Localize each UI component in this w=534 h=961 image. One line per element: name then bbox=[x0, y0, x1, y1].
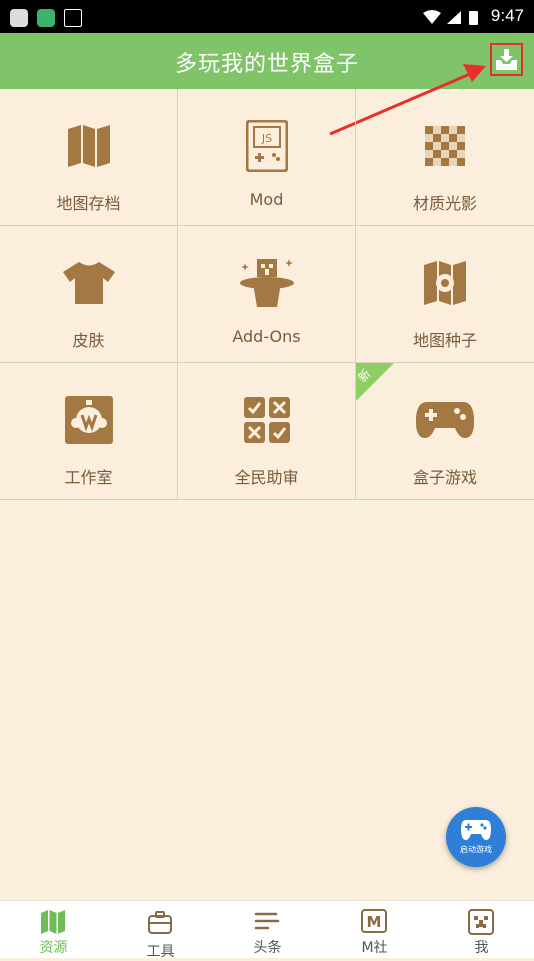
status-bar: 9:47 bbox=[0, 0, 534, 33]
grid-item-label: 工作室 bbox=[64, 468, 113, 487]
grid-item-label: 皮肤 bbox=[72, 331, 105, 350]
app-notification-icon bbox=[10, 9, 28, 27]
page-title: 多玩我的世界盒子 bbox=[174, 52, 359, 77]
news-lines-icon bbox=[254, 912, 280, 930]
svg-text:M: M bbox=[367, 913, 382, 931]
gamepad-icon bbox=[415, 390, 475, 450]
system-status-icons bbox=[423, 10, 478, 25]
mod-js-icon: JS bbox=[237, 116, 297, 176]
grid-item-workshop[interactable]: 工作室 bbox=[0, 363, 178, 500]
download-button[interactable] bbox=[490, 43, 523, 76]
magic-hat-icon bbox=[237, 253, 297, 313]
gamepad-icon bbox=[461, 820, 491, 840]
grid-item-map-seed[interactable]: 地图种子 bbox=[356, 226, 534, 363]
a-notification-icon bbox=[64, 9, 82, 27]
grid-item-label: 全民助审 bbox=[234, 468, 299, 487]
tab-headlines[interactable]: 头条 bbox=[214, 901, 321, 958]
review-icon bbox=[237, 390, 297, 450]
grid-item-label: 地图种子 bbox=[412, 331, 477, 350]
tab-tools[interactable]: 工具 bbox=[107, 901, 214, 960]
launch-game-label: 启动游戏 bbox=[460, 845, 492, 854]
grid-item-mod[interactable]: JS Mod bbox=[178, 89, 356, 226]
grid-item-map-archive[interactable]: 地图存档 bbox=[0, 89, 178, 226]
tab-label: M社 bbox=[361, 940, 388, 956]
grid-item-label: Mod bbox=[249, 190, 284, 209]
map-icon bbox=[59, 116, 119, 176]
creeper-face-icon bbox=[468, 909, 494, 935]
shirt-icon bbox=[59, 253, 119, 313]
download-tray-icon bbox=[496, 48, 517, 70]
grid-item-label: 盒子游戏 bbox=[412, 468, 477, 487]
tab-label: 我 bbox=[474, 940, 489, 956]
workshop-icon bbox=[59, 390, 119, 450]
grid-item-label: 地图存档 bbox=[56, 194, 121, 213]
grid-item-label: 材质光影 bbox=[412, 194, 477, 213]
tab-label: 资源 bbox=[39, 940, 68, 956]
svg-text:JS: JS bbox=[261, 132, 272, 145]
clock: 9:47 bbox=[490, 6, 524, 25]
texture-icon bbox=[415, 116, 475, 176]
grid-item-label: Add-Ons bbox=[232, 327, 301, 346]
m-community-icon: M bbox=[361, 909, 387, 933]
launch-game-button[interactable]: 启动游戏 bbox=[446, 807, 506, 867]
map-icon bbox=[41, 910, 65, 934]
grid-item-addons[interactable]: Add-Ons bbox=[178, 226, 356, 363]
bottom-tab-bar: 资源 工具 头条 M M社 我 bbox=[0, 900, 534, 960]
tab-me[interactable]: 我 bbox=[428, 901, 534, 958]
app-header: 多玩我的世界盒子 bbox=[0, 33, 534, 89]
grid-item-review[interactable]: 全民助审 bbox=[178, 363, 356, 500]
pickaxe-app-icon bbox=[37, 9, 55, 27]
grid-item-box-games[interactable]: 新 盒子游戏 bbox=[356, 363, 534, 500]
resource-grid: 地图存档 JS Mod 材质光影 皮肤 Add-Ons 地图种子 工作室 全民助… bbox=[0, 89, 534, 502]
tab-label: 工具 bbox=[146, 944, 175, 960]
tab-label: 头条 bbox=[253, 940, 282, 956]
toolbox-icon bbox=[148, 911, 172, 934]
grid-item-texture[interactable]: 材质光影 bbox=[356, 89, 534, 226]
tab-resources[interactable]: 资源 bbox=[0, 901, 107, 958]
map-seed-icon bbox=[415, 253, 475, 313]
tab-m-community[interactable]: M M社 bbox=[321, 901, 428, 958]
grid-item-skin[interactable]: 皮肤 bbox=[0, 226, 178, 363]
